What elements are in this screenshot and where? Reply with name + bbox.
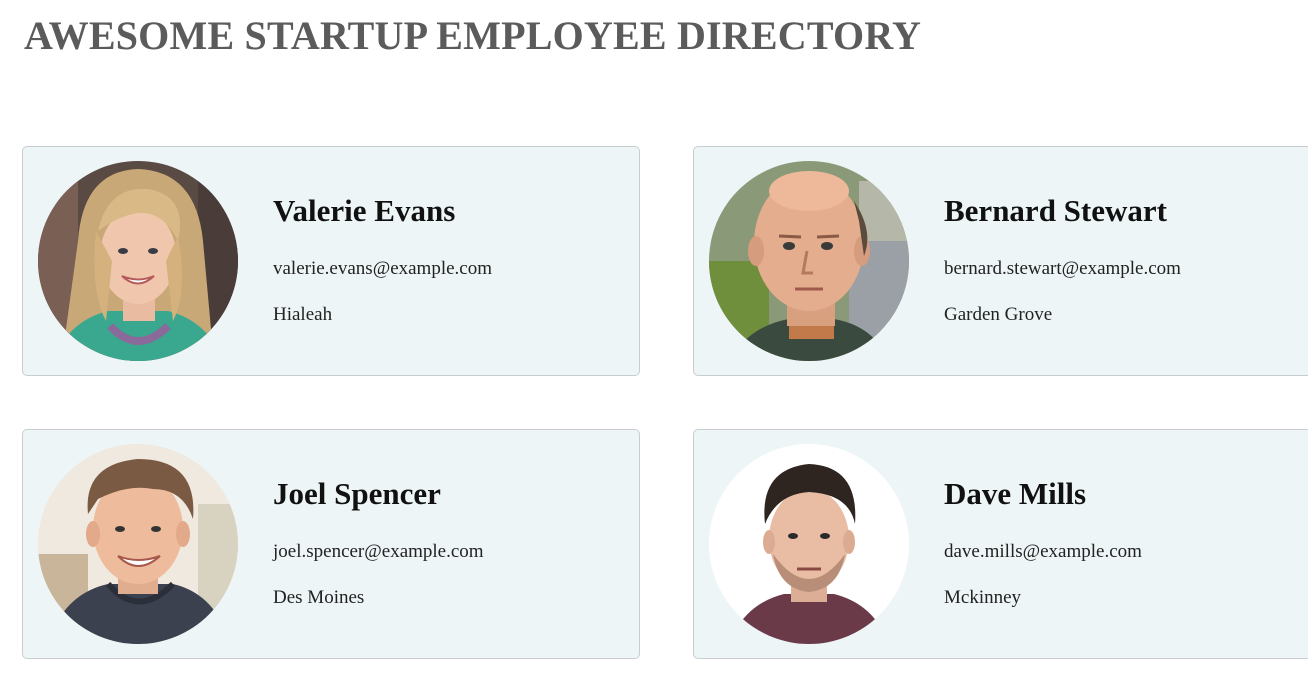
employee-name: Bernard Stewart [944,193,1167,228]
employee-name: Joel Spencer [273,476,441,511]
employee-name: Dave Mills [944,476,1087,511]
employee-avatar [709,444,909,644]
employee-avatar [38,161,238,361]
employee-card[interactable]: Dave Mills dave.mills@example.com Mckinn… [693,429,1308,659]
employee-card[interactable]: Valerie Evans valerie.evans@example.com … [22,146,640,376]
employee-email: dave.mills@example.com [944,541,1142,562]
employee-city: Des Moines [273,587,365,608]
employee-card[interactable]: Joel Spencer joel.spencer@example.com De… [22,429,640,659]
employee-email: bernard.stewart@example.com [944,258,1181,279]
employee-name: Valerie Evans [273,193,456,228]
employee-email: valerie.evans@example.com [273,258,493,279]
employee-card[interactable]: Bernard Stewart bernard.stewart@example.… [693,146,1308,376]
employee-email: joel.spencer@example.com [273,541,484,562]
employee-avatar [709,161,909,361]
employee-city: Hialeah [273,304,333,325]
employee-avatar [38,444,238,644]
employee-city: Garden Grove [944,304,1053,325]
page-title: AWESOME STARTUP EMPLOYEE DIRECTORY [24,13,922,58]
employee-city: Mckinney [944,587,1022,608]
